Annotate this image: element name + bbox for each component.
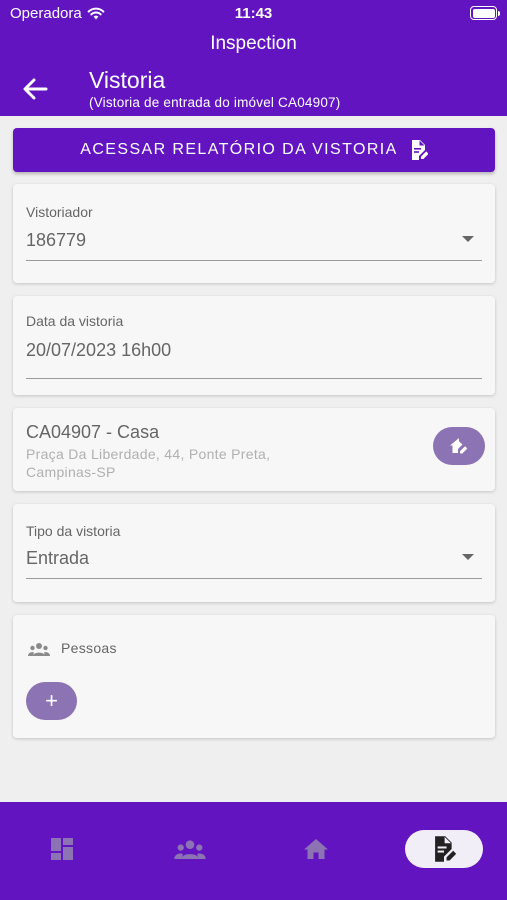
nav-people[interactable] <box>151 830 229 868</box>
inspection-type-label: Tipo da vistoria <box>26 523 121 539</box>
dashboard-icon <box>51 838 73 860</box>
battery-icon <box>470 6 500 20</box>
field-underline <box>26 578 482 579</box>
inspector-select[interactable]: 186779 <box>26 230 86 251</box>
inspector-card[interactable]: Vistoriador 186779 <box>13 184 495 283</box>
inspection-type-card[interactable]: Tipo da vistoria Entrada <box>13 504 495 602</box>
edit-property-button[interactable] <box>433 427 485 465</box>
property-code: CA04907 - Casa <box>26 422 160 442</box>
dropdown-arrow-icon[interactable] <box>462 236 474 242</box>
date-field[interactable]: 20/07/2023 16h00 <box>26 340 171 361</box>
app-name: Inspection <box>210 33 297 54</box>
page-subtitle: (Vistoria de entrada do imóvel CA04907) <box>89 95 341 110</box>
nav-dashboard[interactable] <box>24 830 102 868</box>
document-edit-icon <box>435 836 456 862</box>
field-underline <box>26 260 482 261</box>
access-report-label: ACESSAR RELATÓRIO DA VISTORIA <box>80 141 398 158</box>
home-edit-icon <box>450 438 468 454</box>
people-icon <box>174 840 206 859</box>
add-person-button[interactable]: + <box>26 682 77 720</box>
inspector-label: Vistoriador <box>26 204 93 220</box>
inspection-type-select[interactable]: Entrada <box>26 548 89 569</box>
people-icon <box>28 643 50 656</box>
dropdown-arrow-icon[interactable] <box>462 554 474 560</box>
nav-inspection[interactable] <box>405 830 483 868</box>
header: Operadora 11:43 Inspection Vistoria (Vis… <box>0 0 507 116</box>
field-underline <box>26 378 482 379</box>
people-label: Pessoas <box>61 640 117 656</box>
page-title: Vistoria <box>89 67 166 93</box>
back-button[interactable] <box>20 76 50 102</box>
document-edit-icon <box>411 140 428 160</box>
property-address: Praça Da Liberdade, 44, Ponte Preta, Cam… <box>26 446 271 480</box>
home-icon <box>304 839 328 859</box>
people-card: Pessoas + <box>13 615 495 738</box>
status-bar: Operadora 11:43 <box>0 0 507 28</box>
arrow-back-icon <box>23 78 48 100</box>
date-label: Data da vistoria <box>26 313 124 329</box>
bottom-nav <box>0 802 507 900</box>
access-report-button[interactable]: ACESSAR RELATÓRIO DA VISTORIA <box>13 128 495 172</box>
date-card[interactable]: Data da vistoria 20/07/2023 16h00 <box>13 296 495 395</box>
nav-home[interactable] <box>277 830 355 868</box>
clock: 11:43 <box>234 5 273 22</box>
property-card: CA04907 - Casa Praça Da Liberdade, 44, P… <box>13 408 495 491</box>
